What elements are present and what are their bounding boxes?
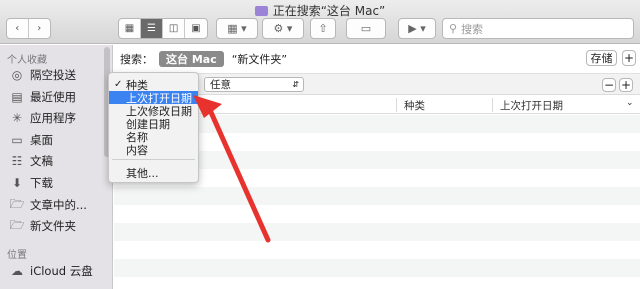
airdrop-icon: ◎: [11, 68, 23, 82]
table-row: [114, 187, 640, 205]
desktop-icon: ▭: [11, 133, 23, 147]
column-kind[interactable]: 种类: [404, 98, 425, 113]
column-view-icon[interactable]: ◫: [163, 19, 186, 38]
folder-icon: 🗁: [9, 217, 25, 232]
pointer-button[interactable]: ▶ ▾: [398, 18, 436, 39]
favorites-header: 个人收藏: [7, 55, 47, 66]
window-title-text: 正在搜索“这台 Mac”: [272, 4, 386, 18]
chevron-down-icon[interactable]: ⌄: [626, 98, 634, 108]
share-button[interactable]: ⇧: [310, 18, 336, 39]
menu-item-contents[interactable]: 内容: [109, 143, 198, 157]
save-search-button[interactable]: 存储: [586, 50, 617, 66]
forward-button[interactable]: ›: [29, 19, 50, 38]
sidebar-item-label: 下载: [30, 176, 53, 190]
sidebar-item-applications[interactable]: ✳ 应用程序: [10, 109, 76, 127]
nav-buttons: ‹ ›: [6, 18, 51, 39]
view-switcher: ▦ ☰ ◫ ▣: [118, 18, 208, 39]
menu-separator: [112, 159, 195, 160]
checkmark-icon: ✓: [114, 79, 123, 90]
table-row: [114, 223, 640, 241]
applications-icon: ✳: [11, 111, 23, 125]
column-divider: [396, 98, 397, 112]
list-view-icon[interactable]: ☰: [141, 19, 164, 38]
sidebar-item-label: 最近使用: [30, 90, 76, 104]
cursor-icon: ▶ ▾: [408, 22, 426, 35]
group-icon: ▦ ▾: [227, 22, 247, 35]
sidebar-item-documents[interactable]: ☷ 文稿: [10, 152, 53, 170]
scope-folder[interactable]: “新文件夹”: [232, 51, 287, 67]
search-placeholder: 搜索: [461, 22, 484, 36]
add-criteria-button-top[interactable]: +: [622, 50, 636, 66]
gear-icon: ⚙ ▾: [273, 22, 293, 35]
menu-item-label: 内容: [126, 143, 148, 157]
sidebar-item-downloads[interactable]: ⬇ 下载: [10, 174, 53, 192]
criteria-value-text: 任意: [210, 79, 231, 91]
sidebar-item-desktop[interactable]: ▭ 桌面: [10, 131, 53, 149]
menu-item-label: 其他...: [126, 166, 159, 180]
table-row: [114, 259, 640, 277]
sidebar-item-label: 隔空投送: [30, 68, 76, 82]
criteria-value-select[interactable]: 任意 ⇵: [204, 77, 304, 92]
search-scope-label: 搜索：: [120, 53, 153, 66]
sidebar-item-label: iCloud 云盘: [30, 264, 93, 278]
sidebar-item-recents[interactable]: ▤ 最近使用: [10, 88, 76, 106]
add-criteria-button[interactable]: +: [619, 78, 633, 92]
share-icon: ⇧: [318, 22, 328, 35]
documents-icon: ☷: [11, 154, 23, 168]
finder-window: 正在搜索“这台 Mac” ‹ › ▦ ☰ ◫ ▣ ▦ ▾ ⚙ ▾ ⇧ ▭ ▶ ▾…: [0, 0, 640, 289]
search-icon: ⚲: [449, 22, 458, 35]
sidebar: 个人收藏 ◎ 隔空投送 ▤ 最近使用 ✳ 应用程序 ▭ 桌面 ☷ 文稿 ⬇ 下载 🗁 文章中的…: [0, 45, 113, 289]
window-title: 正在搜索“这台 Mac”: [0, 2, 640, 19]
icon-view-icon[interactable]: ▦: [119, 19, 142, 38]
menu-item-name[interactable]: 名称: [109, 130, 198, 144]
group-button[interactable]: ▦ ▾: [216, 18, 258, 39]
search-scope-bar: 搜索： 这台 Mac “新文件夹”: [120, 49, 287, 69]
tags-button[interactable]: ▭: [346, 18, 386, 39]
folder-icon: 🗁: [9, 196, 25, 211]
cloud-icon: ☁: [11, 264, 23, 278]
action-button[interactable]: ⚙ ▾: [262, 18, 304, 39]
menu-item-created[interactable]: 创建日期: [109, 117, 198, 131]
recents-icon: ▤: [11, 90, 23, 104]
remove-criteria-button[interactable]: −: [602, 78, 616, 92]
sidebar-item-label: 文章中的...: [30, 198, 87, 212]
sidebar-item-airdrop[interactable]: ◎ 隔空投送: [10, 66, 76, 84]
updown-icon: ⇵: [292, 80, 299, 89]
locations-header: 位置: [7, 250, 27, 261]
sidebar-item-new-folder[interactable]: 🗁 新文件夹: [10, 217, 76, 235]
column-last-opened[interactable]: 上次打开日期: [500, 98, 563, 113]
back-button[interactable]: ‹: [7, 19, 29, 38]
menu-item-other[interactable]: 其他...: [109, 166, 198, 180]
sidebar-item-label: 新文件夹: [30, 219, 76, 233]
downloads-icon: ⬇: [11, 176, 23, 190]
scope-this-mac[interactable]: 这台 Mac: [159, 51, 224, 67]
sidebar-item-article-folder[interactable]: 🗁 文章中的...: [10, 196, 87, 214]
attribute-menu: ✓ 种类 上次打开日期 上次修改日期 创建日期 名称 内容 其他...: [108, 72, 199, 183]
column-divider: [492, 98, 493, 112]
sidebar-item-icloud[interactable]: ☁ iCloud 云盘: [10, 262, 93, 280]
toolbar: 正在搜索“这台 Mac” ‹ › ▦ ☰ ◫ ▣ ▦ ▾ ⚙ ▾ ⇧ ▭ ▶ ▾…: [0, 0, 640, 44]
tag-icon: ▭: [360, 22, 372, 35]
search-field[interactable]: ⚲ 搜索: [442, 18, 634, 39]
sidebar-item-label: 文稿: [30, 154, 53, 168]
sidebar-item-label: 应用程序: [30, 111, 76, 125]
gallery-view-icon[interactable]: ▣: [185, 19, 207, 38]
sidebar-item-label: 桌面: [30, 133, 53, 147]
search-folder-icon: [254, 5, 268, 16]
